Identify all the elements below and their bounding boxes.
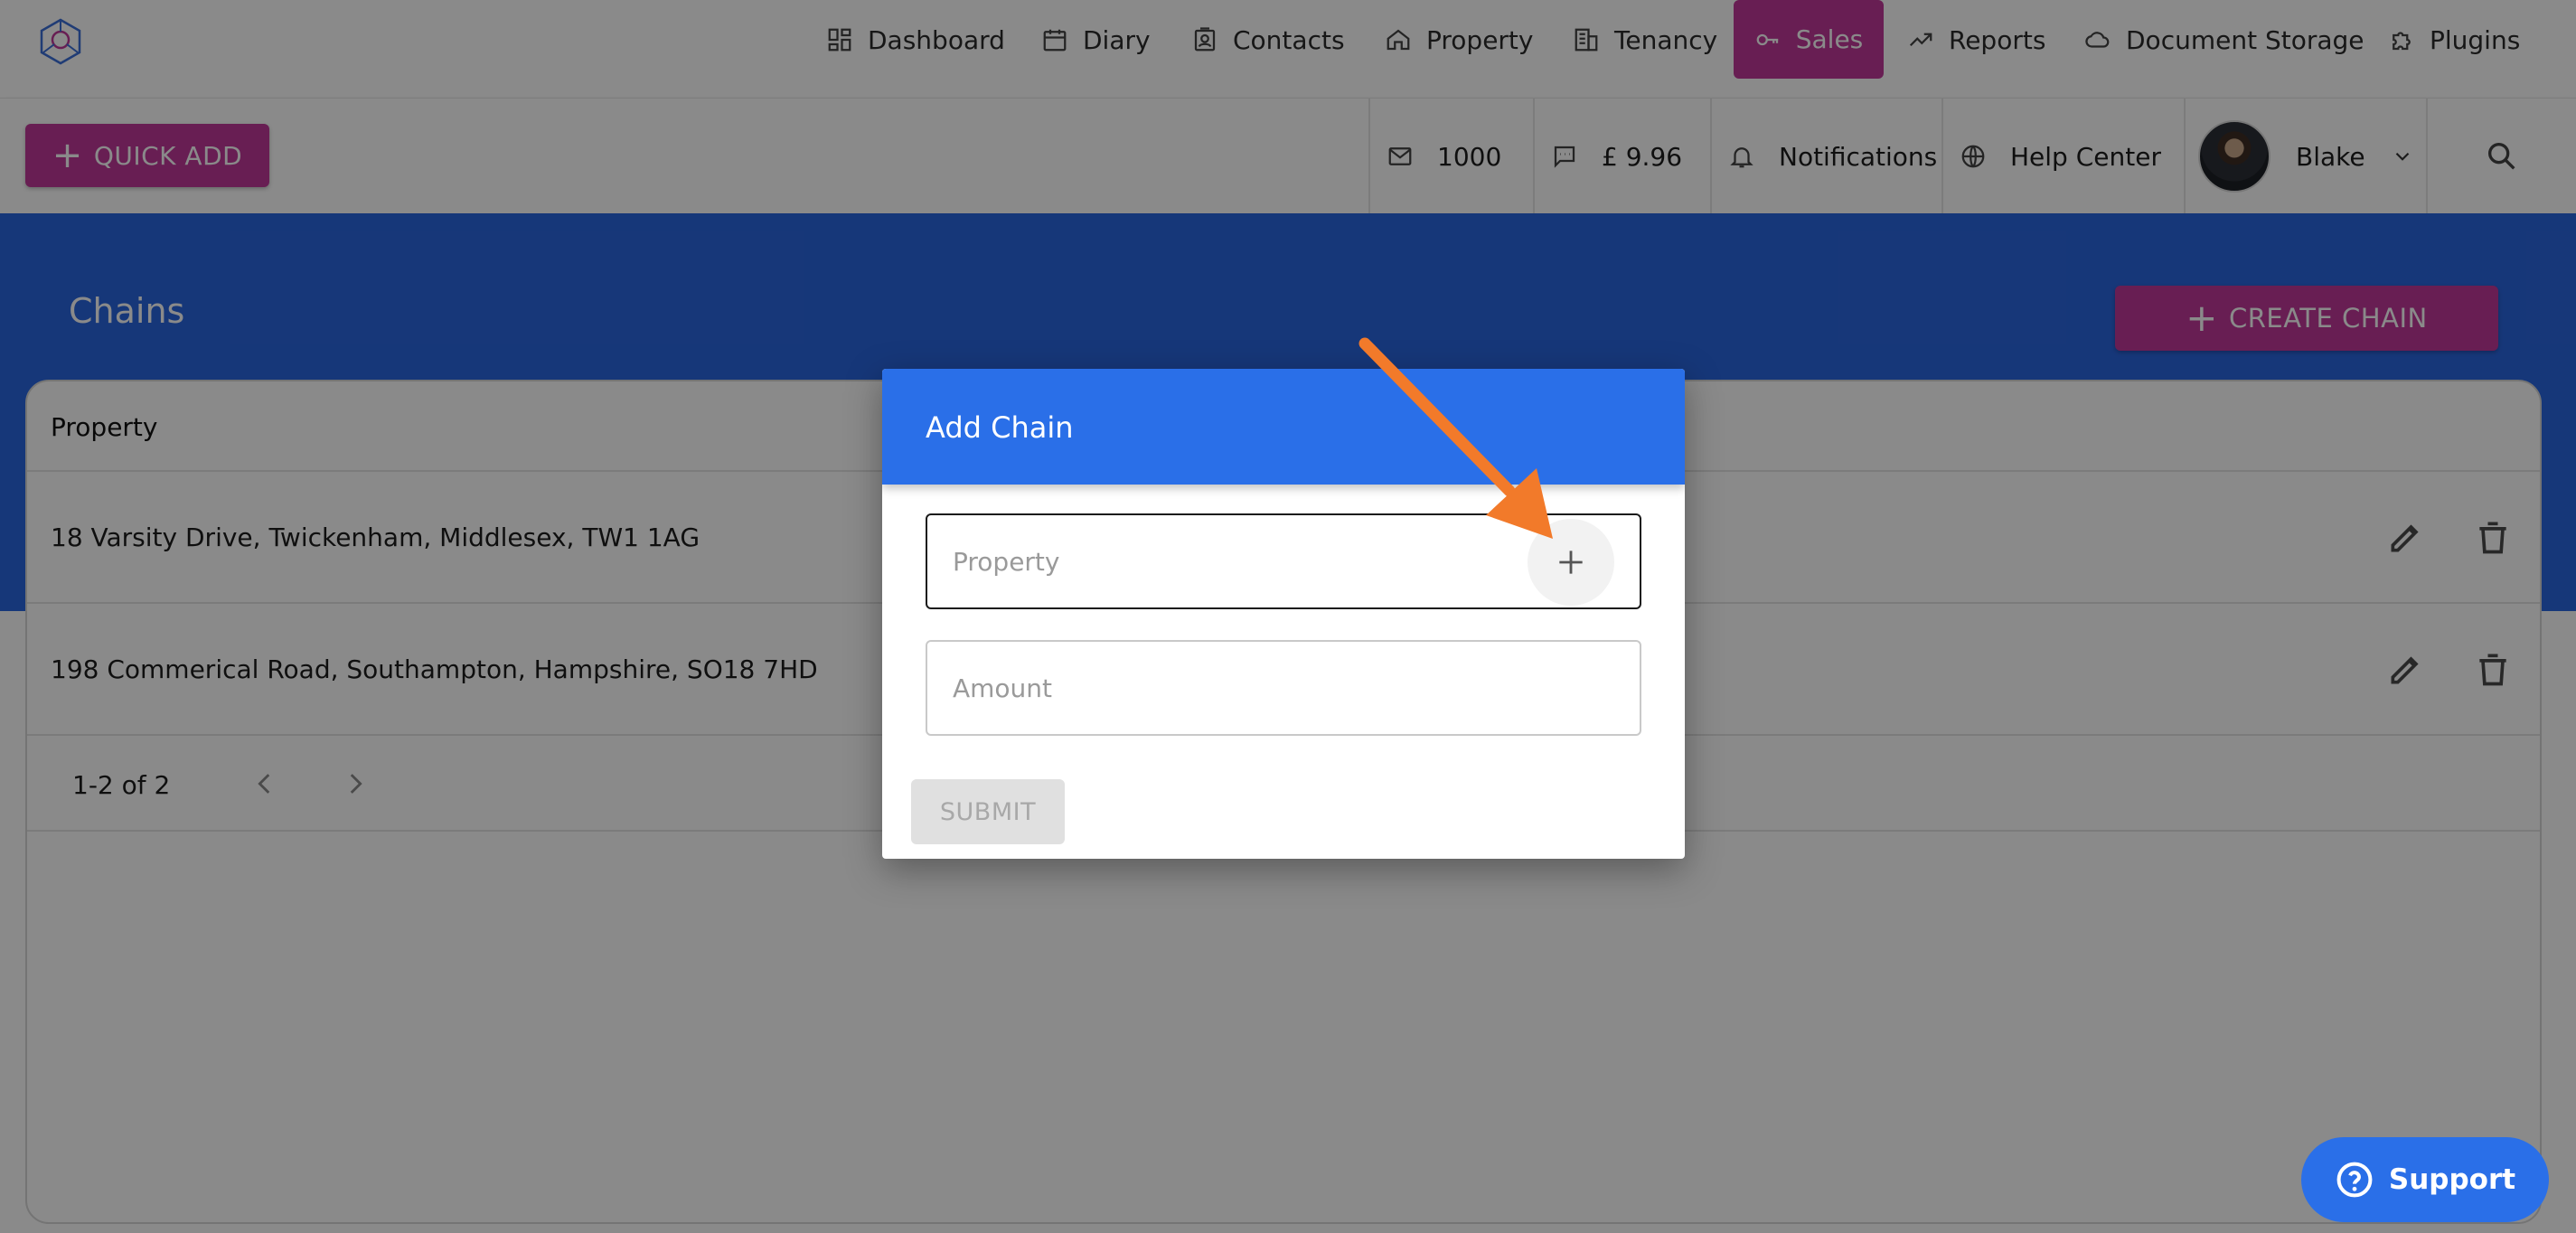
support-label: Support	[2388, 1163, 2516, 1196]
plus-icon	[1559, 551, 1583, 574]
add-chain-dialog: Add Chain SUBMIT	[882, 369, 1685, 859]
dialog-header: Add Chain	[882, 369, 1685, 485]
submit-button[interactable]: SUBMIT	[911, 779, 1065, 844]
property-input[interactable]	[929, 517, 1508, 606]
amount-input[interactable]	[929, 644, 1508, 732]
help-circle-icon	[2336, 1162, 2373, 1198]
property-field	[926, 513, 1641, 609]
support-button[interactable]: Support	[2301, 1137, 2549, 1222]
dialog-title: Add Chain	[926, 410, 1074, 445]
add-property-button[interactable]	[1528, 519, 1614, 606]
amount-field	[926, 640, 1641, 736]
